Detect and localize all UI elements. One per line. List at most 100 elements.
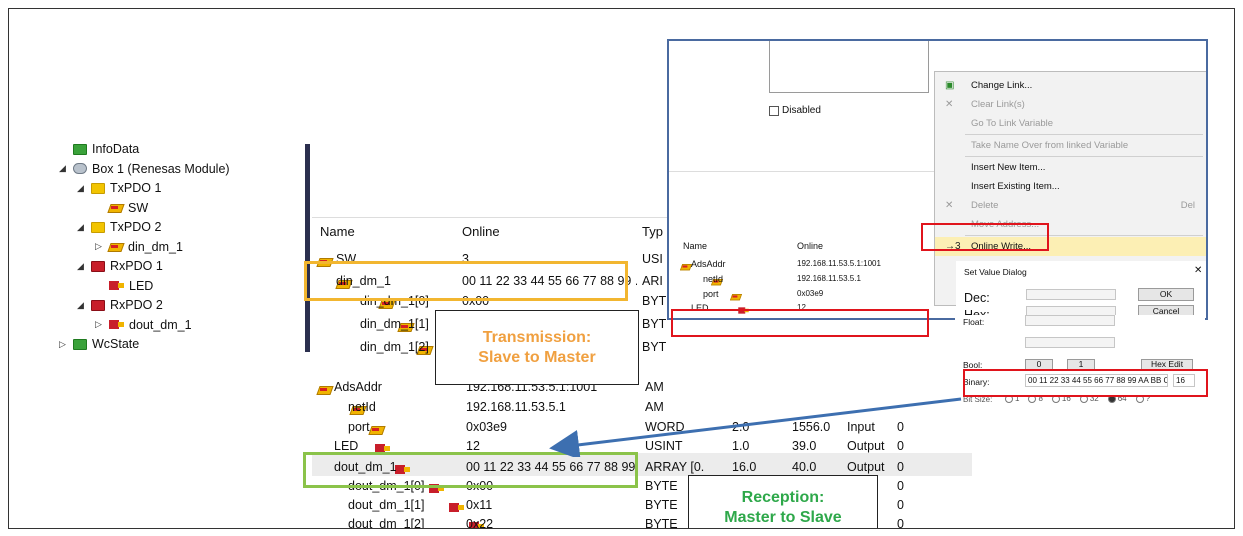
din-dm-1-highlight xyxy=(304,261,628,301)
variable-online-value: 0x11 xyxy=(466,498,493,512)
menu-item-label: Go To Link Variable xyxy=(971,118,1054,129)
folder-icon xyxy=(73,338,87,350)
disabled-label: Disabled xyxy=(782,105,821,116)
menu-item[interactable]: Insert Existing Item... xyxy=(935,177,1206,196)
tree-item[interactable]: ▷ dout_dm_1 xyxy=(95,316,192,334)
variable-name[interactable]: LED xyxy=(334,439,358,453)
variable-online-value: 192.168.11.53.5.1:1001 xyxy=(797,259,881,268)
menu-separator xyxy=(965,156,1203,157)
variable-name[interactable]: port xyxy=(348,420,370,434)
input-folder-icon xyxy=(91,221,105,233)
set-value-dialog-body: Set Value Dialog ✕ Dec: OK Hex: Cancel xyxy=(956,261,1206,318)
tree-item[interactable]: ▷ din_dm_1 xyxy=(95,238,183,256)
online-write-highlight xyxy=(921,223,1049,251)
write-arrow xyxy=(549,397,962,457)
expand-icon[interactable]: ▷ xyxy=(95,319,109,330)
variable-online-value: 0x22 xyxy=(466,517,494,529)
float-field-2[interactable] xyxy=(1025,337,1115,348)
column-header-name[interactable]: Name xyxy=(320,224,355,239)
input-variable-icon xyxy=(681,263,691,271)
menu-item[interactable]: ▣ Change Link... xyxy=(935,76,1206,95)
menu-item[interactable]: ✕ Delete Del xyxy=(935,196,1206,215)
tree-item-label: RxPDO 2 xyxy=(110,298,163,312)
dialog-title: Set Value Dialog xyxy=(964,267,1027,277)
delete-icon: ✕ xyxy=(945,200,954,211)
variable-type: BYT xyxy=(642,340,667,354)
win-column-header-name[interactable]: Name xyxy=(683,241,707,251)
tree-item[interactable]: InfoData xyxy=(59,144,139,158)
output-folder-icon xyxy=(91,299,105,311)
menu-item-label: Take Name Over from linked Variable xyxy=(971,140,1129,151)
tree-item[interactable]: LED xyxy=(95,277,153,295)
grid-top-border xyxy=(669,171,969,172)
expand-icon[interactable]: ▷ xyxy=(59,339,73,350)
win-column-header-online[interactable]: Online xyxy=(797,241,823,251)
tree-item-label: LED xyxy=(129,278,154,293)
tree-item-label: TxPDO 1 xyxy=(110,181,162,195)
tree-item[interactable]: ◢ RxPDO 2 xyxy=(77,296,163,314)
collapse-icon[interactable]: ◢ xyxy=(77,261,91,272)
variable-name[interactable]: port xyxy=(703,289,719,299)
menu-item[interactable]: Take Name Over from linked Variable xyxy=(935,136,1206,155)
menu-item-label: Delete xyxy=(971,200,999,211)
output-variable-icon xyxy=(109,319,124,330)
variable-online-value: 0x03e9 xyxy=(797,289,824,298)
output-folder-icon xyxy=(91,260,105,272)
folder-icon xyxy=(73,144,87,155)
menu-item-shortcut: Del xyxy=(1180,200,1195,211)
variable-name[interactable]: netId xyxy=(348,400,376,414)
tree-item[interactable]: ◢ Box 1 (Renesas Module) xyxy=(59,160,230,178)
input-variable-icon xyxy=(370,424,384,435)
tree-item-label: TxPDO 2 xyxy=(110,220,162,234)
dialog-close-icon[interactable]: ✕ xyxy=(1194,265,1202,276)
variable-name[interactable]: AdsAddr xyxy=(691,259,726,269)
collapse-icon[interactable]: ◢ xyxy=(77,300,91,311)
variable-name[interactable]: AdsAddr xyxy=(334,380,382,394)
reception-subtitle: Master to Slave xyxy=(724,509,842,526)
tree-item-label: Box 1 (Renesas Module) xyxy=(92,161,230,176)
disabled-checkbox[interactable] xyxy=(769,105,779,116)
variable-name[interactable]: dout_dm_1[1] xyxy=(348,498,424,512)
disabled-checkbox-row[interactable]: Disabled xyxy=(769,105,821,116)
menu-item[interactable]: Go To Link Variable xyxy=(935,114,1206,133)
tree-item[interactable]: ▷ WcState xyxy=(59,335,139,352)
variable-type: ARRAY [0.. xyxy=(645,460,705,474)
tree-item[interactable]: SW xyxy=(95,199,148,217)
tree-splitter[interactable] xyxy=(305,144,310,352)
tree-item[interactable]: ◢ TxPDO 2 xyxy=(77,218,161,236)
menu-item-label: Clear Link(s) xyxy=(971,99,1025,110)
variable-type: AM xyxy=(645,380,664,394)
variable-name[interactable]: din_dm_1[2] xyxy=(360,340,429,354)
link-icon: ▣ xyxy=(945,80,955,91)
float-field[interactable] xyxy=(1025,315,1115,326)
tree-item-label: InfoData xyxy=(92,144,140,156)
variable-name[interactable]: din_dm_1[1] xyxy=(360,317,429,331)
variable-online-value: 192.168.11.53.5.1 xyxy=(797,274,861,283)
column-header-online[interactable]: Online xyxy=(462,224,500,239)
reception-callout: Reception: Master to Slave xyxy=(688,475,878,528)
collapse-icon[interactable]: ◢ xyxy=(59,163,73,174)
menu-item[interactable]: Insert New Item... xyxy=(935,158,1206,177)
dout-row-highlight xyxy=(671,309,929,337)
ok-button[interactable]: OK xyxy=(1138,288,1194,301)
tree-item-label: WcState xyxy=(92,337,140,351)
variable-name[interactable]: netId xyxy=(703,274,723,284)
menu-item-label: Change Link... xyxy=(971,80,1033,91)
variable-name[interactable]: dout_dm_1[2] xyxy=(348,517,424,528)
menu-item[interactable]: ✕ Clear Link(s) xyxy=(935,95,1206,114)
dec-field[interactable] xyxy=(1026,289,1116,300)
tree-item[interactable]: ◢ RxPDO 1 xyxy=(77,257,163,275)
device-box-icon xyxy=(73,163,87,174)
input-variable-icon xyxy=(109,202,123,213)
slide-frame: InfoData ◢ Box 1 (Renesas Module) ◢ TxPDO 1S… xyxy=(8,8,1235,529)
input-variable-icon xyxy=(109,241,123,252)
variable-direction: Output xyxy=(847,460,885,474)
collapse-icon[interactable]: ◢ xyxy=(77,222,91,233)
collapse-icon[interactable]: ◢ xyxy=(77,183,91,194)
input-variable-icon xyxy=(731,293,741,301)
clear-link-icon: ✕ xyxy=(945,99,954,110)
tree-item[interactable]: ◢ TxPDO 1 xyxy=(77,179,161,197)
link-panel xyxy=(769,41,929,93)
column-header-type[interactable]: Typ xyxy=(642,224,663,239)
menu-item-label: Insert Existing Item... xyxy=(971,181,1060,192)
